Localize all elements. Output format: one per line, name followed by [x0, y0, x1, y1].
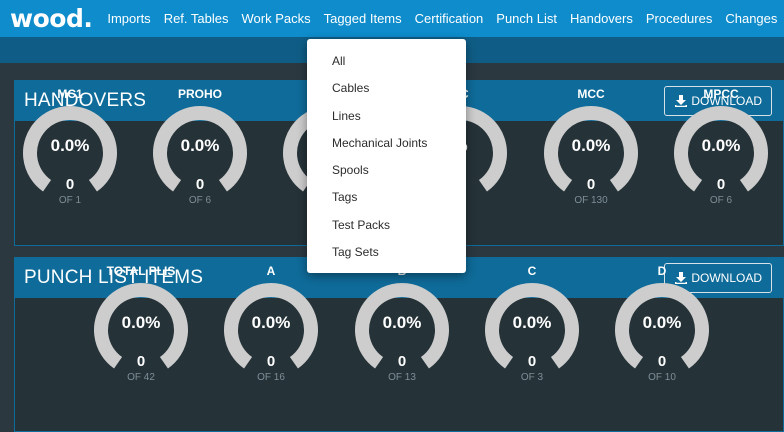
tagged-items-dropdown: All Cables Lines Mechanical Joints Spool…	[307, 39, 466, 273]
gauge-percent: 0.0%	[180, 136, 220, 155]
gauge: TOTAL PLIS 0.0% 0 OF 42	[91, 263, 191, 383]
nav-ref-tables[interactable]: Ref. Tables	[164, 0, 229, 37]
gauge: A 0.0% 0 OF 16	[221, 263, 321, 383]
gauge-count: 0	[657, 353, 667, 370]
punch-list-panel: PUNCH LIST ITEMS DOWNLOAD TOTAL PLIS 0.0%…	[14, 257, 784, 432]
top-nav: wood. Imports Ref. Tables Work Packs Tag…	[0, 0, 784, 37]
gauge-percent: 0.0%	[121, 313, 161, 332]
gauge: B0.0%0OF 13	[352, 263, 452, 383]
gauge-count: 0	[527, 353, 537, 370]
gauge-label: PROHO	[177, 87, 222, 101]
gauge: MC1 0.0% 0 OF 1	[20, 86, 120, 206]
gauge-total: OF 10	[648, 372, 676, 383]
gauge-count: 0	[397, 353, 407, 370]
gauge-label: D	[657, 264, 667, 278]
gauge-label: A	[266, 264, 276, 278]
gauge-count: 0	[65, 176, 75, 193]
nav-imports[interactable]: Imports	[107, 0, 150, 37]
gauge-percent: 0.0%	[251, 313, 291, 332]
gauge-label: MC1	[57, 87, 83, 101]
dropdown-item-spools[interactable]: Spools	[307, 157, 466, 184]
gauge: PROHO 0.0% 0 OF 6	[150, 86, 250, 206]
gauge-total: OF 16	[257, 372, 285, 383]
gauge-total: OF 1	[58, 195, 82, 206]
gauge-total: OF 6	[709, 195, 733, 206]
dropdown-item-cables[interactable]: Cables	[307, 75, 466, 102]
gauge-total: OF 42	[127, 372, 155, 383]
gauge-total: OF 13	[388, 372, 416, 383]
nav-work-packs[interactable]: Work Packs	[241, 0, 310, 37]
dropdown-item-mechanical-joints[interactable]: Mechanical Joints	[307, 130, 466, 157]
gauge-count: 0	[586, 176, 596, 193]
gauge-percent: 0.0%	[50, 136, 90, 155]
gauge-label: C	[527, 264, 537, 278]
gauge: C 0.0% 0 OF 3	[482, 263, 582, 383]
gauge-count: 0	[136, 353, 146, 370]
gauge-label: MPCC	[703, 87, 739, 101]
gauge-percent: 0.0%	[571, 136, 611, 155]
dropdown-item-lines[interactable]: Lines	[307, 103, 466, 130]
nav-certification[interactable]: Certification	[415, 0, 484, 37]
gauge-percent: 0.0%	[512, 313, 552, 332]
nav-punch-list[interactable]: Punch List	[496, 0, 557, 37]
gauge-count: 0	[195, 176, 205, 193]
gauge-percent: 0.0%	[642, 313, 682, 332]
gauge-label: TOTAL PLIS	[106, 264, 176, 278]
gauge: MPCC 0.0% 0 OF 6	[671, 86, 771, 206]
gauge: D 0.0% 0 OF 10	[612, 263, 712, 383]
dropdown-item-all[interactable]: All	[307, 48, 466, 75]
gauge-count: 0	[266, 353, 276, 370]
gauge: MCC 0.0% 0 OF 130	[541, 86, 641, 206]
nav-tagged-items[interactable]: Tagged Items	[324, 0, 402, 37]
dropdown-item-test-packs[interactable]: Test Packs	[307, 212, 466, 239]
wood-logo[interactable]: wood.	[10, 0, 93, 37]
gauge-percent: 0.0%	[382, 313, 422, 332]
dropdown-item-tag-sets[interactable]: Tag Sets	[307, 239, 466, 266]
gauge-count: 0	[716, 176, 726, 193]
nav-changes[interactable]: Changes	[725, 0, 777, 37]
nav-procedures[interactable]: Procedures	[646, 0, 712, 37]
gauge-total: OF 3	[520, 372, 544, 383]
gauge-total: OF 130	[574, 195, 608, 206]
gauge-total: OF 6	[188, 195, 212, 206]
dropdown-item-tags[interactable]: Tags	[307, 184, 466, 211]
gauge-percent: 0.0%	[701, 136, 741, 155]
nav-handovers[interactable]: Handovers	[570, 0, 633, 37]
gauge-label: MCC	[577, 87, 605, 101]
